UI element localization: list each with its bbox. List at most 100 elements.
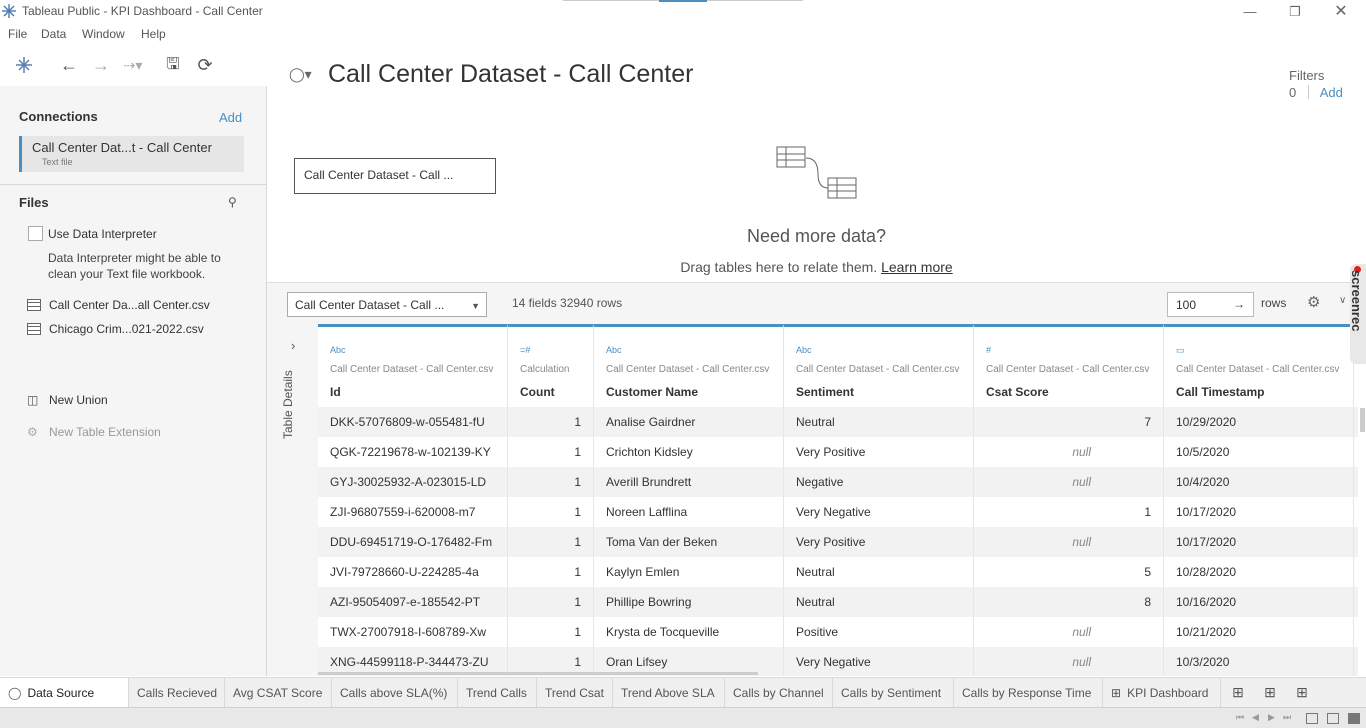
field-type-icon[interactable]: =# xyxy=(520,345,530,355)
swap-icon[interactable]: ⇢▾ xyxy=(122,54,144,76)
close-button[interactable]: ✕ xyxy=(1326,2,1356,22)
vertical-scrollbar[interactable] xyxy=(1358,324,1366,676)
new-table-extension-item[interactable]: ⚙ New Table Extension xyxy=(27,425,161,439)
grid-toolbar: Call Center Dataset - Call ... ▼ 14 field… xyxy=(267,282,1366,324)
table-cell: 10/5/2020 xyxy=(1164,437,1354,467)
column-header[interactable]: =# Calculation Count xyxy=(508,324,594,407)
menu-window[interactable]: Window xyxy=(82,27,125,41)
datasource-cylinder-icon[interactable]: ◯▾ xyxy=(289,66,312,83)
field-type-icon[interactable]: # xyxy=(986,345,991,355)
add-connection-link[interactable]: Add xyxy=(219,110,242,125)
table-row[interactable]: GYJ-30025932-A-023015-LD 1 Averill Brundre… xyxy=(318,467,1358,497)
column-name[interactable]: Customer Name xyxy=(606,385,698,399)
table-row[interactable]: DKK-57076809-w-055481-fU 1 Analise Gairdne… xyxy=(318,407,1358,437)
column-header[interactable]: Abc Call Center Dataset - Call Center.csv… xyxy=(784,324,974,407)
column-name[interactable]: Call Timestamp xyxy=(1176,385,1264,399)
table-cell: Neutral xyxy=(784,587,974,617)
sheet-tab[interactable]: ⊞ KPI Dashboard xyxy=(1103,678,1221,708)
table-row[interactable]: AZI-95054097-e-185542-PT 1 Phillipe Bowrin… xyxy=(318,587,1358,617)
table-row[interactable]: TWX-27007918-I-608789-Xw 1 Krysta de Tocqu… xyxy=(318,617,1358,647)
table-cell: Neutral xyxy=(784,407,974,437)
sheet-tab[interactable]: Calls above SLA(%) xyxy=(332,678,458,708)
use-data-interpreter-checkbox[interactable] xyxy=(28,226,43,241)
next-page-icon[interactable]: ▶ xyxy=(1268,712,1275,723)
sheet-tab[interactable]: Calls by Sentiment xyxy=(833,678,954,708)
table-select-dropdown[interactable]: Call Center Dataset - Call ... ▼ xyxy=(287,292,487,317)
data-source-sidebar: Connections Add Call Center Dat...t - Ca… xyxy=(0,86,267,676)
sheet-tab[interactable]: Calls Recieved xyxy=(129,678,225,708)
column-header[interactable]: ▭ Call Center Dataset - Call Center.csv Ca… xyxy=(1164,324,1354,407)
minimize-button[interactable]: — xyxy=(1235,2,1265,22)
files-heading: Files xyxy=(19,195,49,210)
rows-count-input[interactable]: 100 → xyxy=(1167,292,1254,317)
horizontal-scrollbar[interactable] xyxy=(318,672,758,675)
table-cell: ZJI-96807559-i-620008-m7 xyxy=(318,497,508,527)
table-cell: Crichton Kidsley xyxy=(594,437,784,467)
table-cell: 10/16/2020 xyxy=(1164,587,1354,617)
gear-icon[interactable]: ⚙ xyxy=(1307,293,1320,311)
menu-help[interactable]: Help xyxy=(141,27,166,41)
sheet-tab[interactable]: ◯ Data Source xyxy=(0,678,129,708)
dashboard-icon: ⊞ xyxy=(1111,686,1122,700)
sheet-tab[interactable]: Avg CSAT Score xyxy=(225,678,332,708)
new-worksheet-icon[interactable]: ⊞ xyxy=(1228,684,1248,702)
redo-icon[interactable]: → xyxy=(90,54,112,76)
column-header[interactable]: Abc Call Center Dataset - Call Center.csv… xyxy=(594,324,784,407)
last-page-icon[interactable]: ⏭ xyxy=(1283,712,1291,723)
table-row[interactable]: ZJI-96807559-i-620008-m7 1 Noreen Lafflina… xyxy=(318,497,1358,527)
table-cell: Phillipe Bowring xyxy=(594,587,784,617)
datasource-title[interactable]: Call Center Dataset - Call Center xyxy=(328,60,693,89)
undo-icon[interactable]: ← xyxy=(58,54,80,76)
save-icon[interactable]: 🖫 xyxy=(162,54,184,76)
field-type-icon[interactable]: ▭ xyxy=(1176,345,1185,356)
tableau-logo-icon xyxy=(2,4,16,18)
field-type-icon[interactable]: Abc xyxy=(606,345,622,355)
table-cell: 1 xyxy=(508,557,594,587)
learn-more-link[interactable]: Learn more xyxy=(881,259,953,275)
field-type-icon[interactable]: Abc xyxy=(330,345,346,355)
sidebar-divider xyxy=(0,184,266,185)
table-details-rail[interactable]: › Table Details xyxy=(267,324,318,676)
search-icon[interactable]: ⚲ xyxy=(228,195,237,209)
table-cell: GYJ-30025932-A-023015-LD xyxy=(318,467,508,497)
tableau-home-icon[interactable] xyxy=(13,54,35,76)
table-row[interactable]: DDU-69451719-O-176482-Fm 1 Toma Van der Be… xyxy=(318,527,1358,557)
menu-data[interactable]: Data xyxy=(41,27,66,41)
column-header[interactable]: # Call Center Dataset - Call Center.csv Cs… xyxy=(974,324,1164,407)
sheet-tab[interactable]: Trend Above SLA xyxy=(613,678,725,708)
table-cell: 8 xyxy=(974,587,1164,617)
file-item-call-center[interactable]: Call Center Da...all Center.csv xyxy=(27,298,210,312)
sheet-tab[interactable]: Trend Calls xyxy=(458,678,537,708)
apply-arrow-icon[interactable]: → xyxy=(1233,297,1245,311)
table-row[interactable]: JVI-79728660-U-224285-4a 1 Kaylyn Emlen Neu… xyxy=(318,557,1358,587)
sheet-tab[interactable]: Trend Csat xyxy=(537,678,613,708)
new-union-item[interactable]: ◫ New Union xyxy=(27,393,108,407)
filters-count: 0 xyxy=(1289,85,1297,100)
new-dashboard-icon[interactable]: ⊞ xyxy=(1260,684,1280,702)
column-name[interactable]: Count xyxy=(520,385,555,399)
column-header[interactable]: Abc Call Center Dataset - Call Center.csv… xyxy=(318,324,508,407)
restore-button[interactable]: ❐ xyxy=(1280,2,1310,22)
drag-tables-hint: Drag tables here to relate them. Learn m… xyxy=(680,259,953,275)
column-name[interactable]: Sentiment xyxy=(796,385,854,399)
sheet-tab[interactable]: Calls by Channel xyxy=(725,678,833,708)
column-name[interactable]: Csat Score xyxy=(986,385,1049,399)
first-page-icon[interactable]: ⏮ xyxy=(1236,712,1244,723)
tab-view-icon[interactable] xyxy=(1348,713,1360,724)
filters-add-link[interactable]: Add xyxy=(1320,85,1343,100)
chevron-down-icon[interactable]: ∨ xyxy=(1339,295,1346,306)
canvas-table-card[interactable]: Call Center Dataset - Call ... xyxy=(294,158,496,194)
chevron-right-icon[interactable]: › xyxy=(291,338,295,353)
connection-item[interactable]: Call Center Dat...t - Call Center Text f… xyxy=(19,136,244,172)
sheet-tab[interactable]: Calls by Response Time xyxy=(954,678,1103,708)
prev-page-icon[interactable]: ◀ xyxy=(1252,712,1259,723)
new-story-icon[interactable]: ⊞ xyxy=(1292,684,1312,702)
column-name[interactable]: Id xyxy=(330,385,341,399)
field-type-icon[interactable]: Abc xyxy=(796,345,812,355)
refresh-icon[interactable]: ⟳ xyxy=(194,54,216,76)
table-row[interactable]: QGK-72219678-w-102139-KY 1 Crichton Kidsle… xyxy=(318,437,1358,467)
grid-view-icon[interactable] xyxy=(1306,713,1318,724)
menu-file[interactable]: File xyxy=(8,27,27,41)
file-item-chicago-crimes[interactable]: Chicago Crim...021-2022.csv xyxy=(27,322,204,336)
filmstrip-view-icon[interactable] xyxy=(1327,713,1339,724)
